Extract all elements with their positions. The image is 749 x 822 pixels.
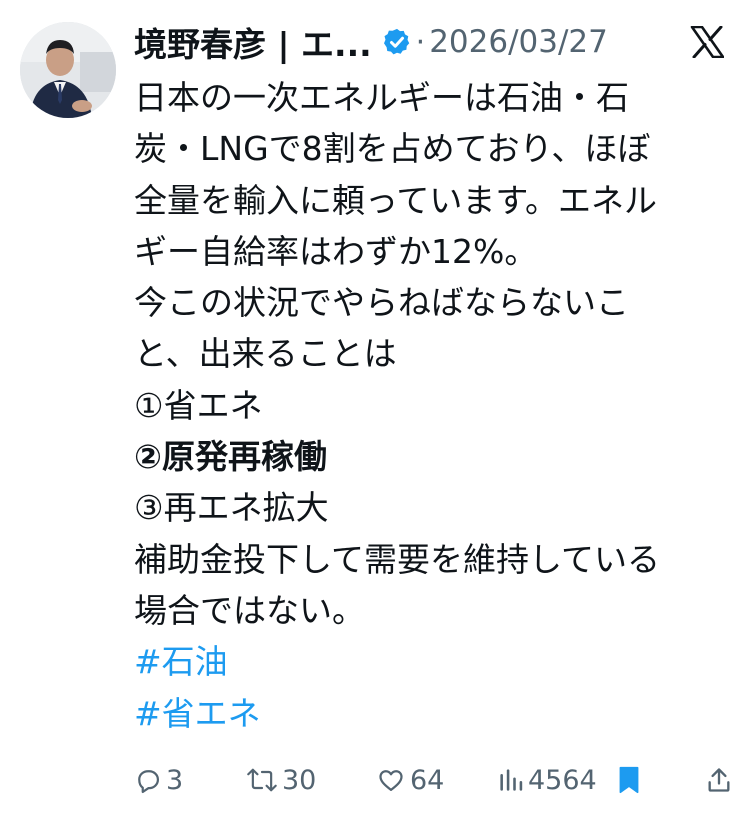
like-count: 64 (410, 764, 445, 796)
post-date[interactable]: 2026/03/27 (429, 24, 608, 60)
bookmark-button[interactable] (618, 760, 640, 800)
bookmark-icon (619, 766, 639, 794)
post-header: 境野春彦 | エ... · 2026/03/27 (134, 18, 734, 66)
x-logo-icon[interactable] (690, 25, 725, 59)
views-chart-icon (500, 769, 523, 791)
reply-button[interactable]: 3 (134, 760, 183, 800)
post-text-line: 補助金投下して需要を維持している (134, 539, 661, 579)
post-text-line: 場合ではない。 (134, 590, 365, 630)
repost-icon (247, 768, 277, 792)
share-button[interactable] (706, 760, 732, 800)
repost-button[interactable]: 30 (246, 760, 316, 800)
reply-icon (138, 770, 160, 794)
action-bar: 3 30 64 4564 (134, 760, 734, 800)
views-button[interactable]: 4564 (498, 760, 597, 800)
avatar-photo (20, 22, 116, 118)
author-name[interactable]: 境野春彦 | エ... (134, 18, 372, 66)
repost-count: 30 (282, 764, 317, 796)
post-text-line: ①省エネ (134, 385, 263, 425)
post-text-line: と、出来ることは (134, 334, 397, 374)
post-text-line: ギー自給率はわずか12%。 (134, 231, 538, 271)
hashtag-link[interactable]: #石油 (134, 636, 734, 687)
tweet: 境野春彦 | エ... · 2026/03/27 日本の一次エネルギーは石油・石… (0, 0, 749, 822)
like-button[interactable]: 64 (376, 760, 444, 800)
hashtag-link[interactable]: #省エネ (134, 688, 734, 739)
post-text-line: ③再エネ拡大 (134, 488, 329, 528)
post-text: 日本の一次エネルギーは石油・石 炭・LNGで8割を占めており、ほぼ 全量を輸入に… (134, 72, 734, 739)
post-text-line: 日本の一次エネルギーは石油・石 (134, 78, 629, 117)
share-icon (708, 768, 730, 792)
post-text-line: 炭・LNGで8割を占めており、ほぼ (134, 129, 651, 169)
post-text-line: 今この状況でやらねばならないこ (134, 283, 629, 323)
heart-icon (379, 770, 403, 792)
reply-count: 3 (166, 764, 184, 796)
post-text-line-bold: ②原発再稼働 (134, 437, 327, 477)
header-separator: · (415, 24, 426, 60)
verified-badge-icon (382, 27, 412, 57)
avatar[interactable] (20, 22, 116, 118)
post-text-line: 全量を輸入に頼っています。エネル (134, 180, 658, 220)
views-count: 4564 (528, 764, 597, 796)
